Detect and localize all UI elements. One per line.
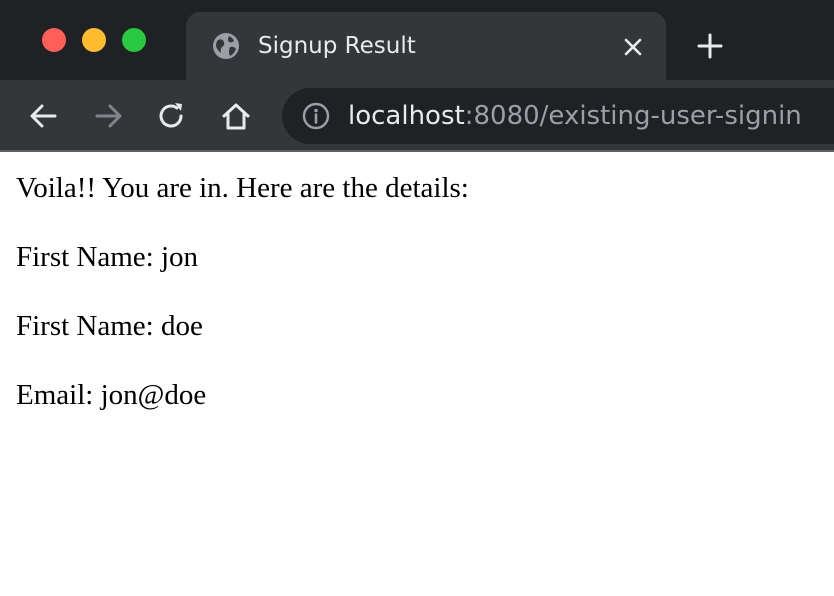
email-text: Email: jon@doe: [16, 379, 207, 411]
last-name-text: First Name: doe: [16, 310, 203, 342]
address-bar[interactable]: localhost:8080/existing-user-signin: [282, 88, 834, 144]
greeting-text: Voila!! You are in. Here are the details…: [16, 172, 469, 204]
url-host: localhost: [348, 101, 465, 131]
arrow-left-icon[interactable]: [28, 100, 60, 132]
url-text[interactable]: localhost:8080/existing-user-signin: [348, 100, 802, 132]
reload-icon[interactable]: [156, 100, 188, 132]
url-path: :8080/existing-user-signin: [464, 101, 802, 131]
tab-signup-result[interactable]: Signup Result: [186, 12, 666, 80]
window-close-button[interactable]: [42, 28, 66, 52]
first-name-text: First Name: jon: [16, 241, 199, 273]
info-icon[interactable]: [302, 102, 330, 130]
browser-toolbar: localhost:8080/existing-user-signin: [0, 80, 834, 152]
window-minimize-button[interactable]: [82, 28, 106, 52]
plus-icon[interactable]: [696, 32, 724, 60]
window-maximize-button[interactable]: [122, 28, 146, 52]
home-icon[interactable]: [220, 100, 252, 132]
tab-strip: Signup Result: [0, 0, 834, 80]
close-icon[interactable]: [622, 36, 644, 58]
page-content: Voila!! You are in. Here are the details…: [16, 170, 816, 446]
globe-icon: [213, 33, 239, 59]
tab-title: Signup Result: [258, 33, 416, 59]
arrow-right-icon[interactable]: [92, 100, 124, 132]
